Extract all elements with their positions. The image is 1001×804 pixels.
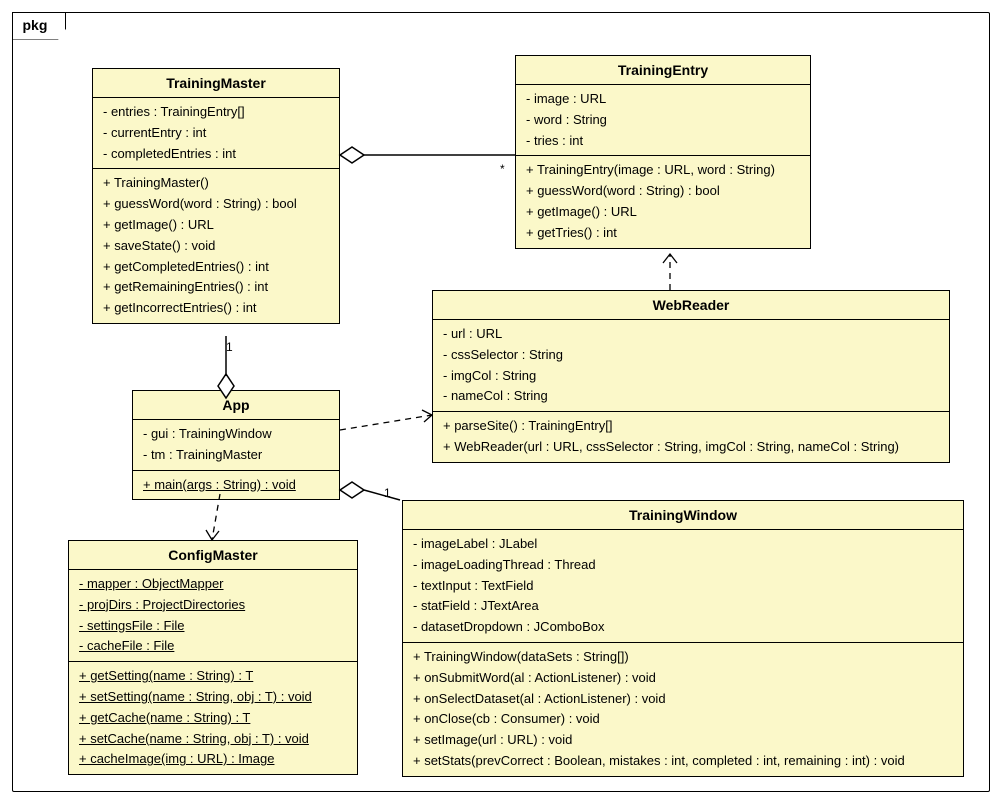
ops: + TrainingWindow(dataSets : String[]) + … (403, 643, 963, 776)
class-title: ConfigMaster (69, 541, 357, 570)
class-app: App - gui : TrainingWindow - tm : Traini… (132, 390, 340, 500)
attrs: - gui : TrainingWindow - tm : TrainingMa… (133, 420, 339, 471)
ops: + TrainingMaster() + guessWord(word : St… (93, 169, 339, 323)
class-web-reader: WebReader - url : URL - cssSelector : St… (432, 290, 950, 463)
attrs: - imageLabel : JLabel - imageLoadingThre… (403, 530, 963, 643)
class-training-window: TrainingWindow - imageLabel : JLabel - i… (402, 500, 964, 777)
mult-tm-te: * (500, 162, 505, 176)
class-title: TrainingEntry (516, 56, 810, 85)
ops: + getSetting(name : String) : T + setSet… (69, 662, 357, 774)
ops: + TrainingEntry(image : URL, word : Stri… (516, 156, 810, 247)
attrs: - url : URL - cssSelector : String - img… (433, 320, 949, 412)
class-title: TrainingMaster (93, 69, 339, 98)
ops: + main(args : String) : void (133, 471, 339, 500)
mult-app-tm: 1 (226, 340, 233, 354)
mult-app-tw: 1 (384, 486, 391, 500)
class-title: App (133, 391, 339, 420)
ops: + parseSite() : TrainingEntry[] + WebRea… (433, 412, 949, 462)
class-config-master: ConfigMaster - mapper : ObjectMapper - p… (68, 540, 358, 775)
class-training-entry: TrainingEntry - image : URL - word : Str… (515, 55, 811, 249)
attrs: - image : URL - word : String - tries : … (516, 85, 810, 156)
attrs: - mapper : ObjectMapper - projDirs : Pro… (69, 570, 357, 662)
class-title: TrainingWindow (403, 501, 963, 530)
class-training-master: TrainingMaster - entries : TrainingEntry… (92, 68, 340, 324)
attrs: - entries : TrainingEntry[] - currentEnt… (93, 98, 339, 169)
package-label: pkg (12, 12, 67, 40)
class-title: WebReader (433, 291, 949, 320)
